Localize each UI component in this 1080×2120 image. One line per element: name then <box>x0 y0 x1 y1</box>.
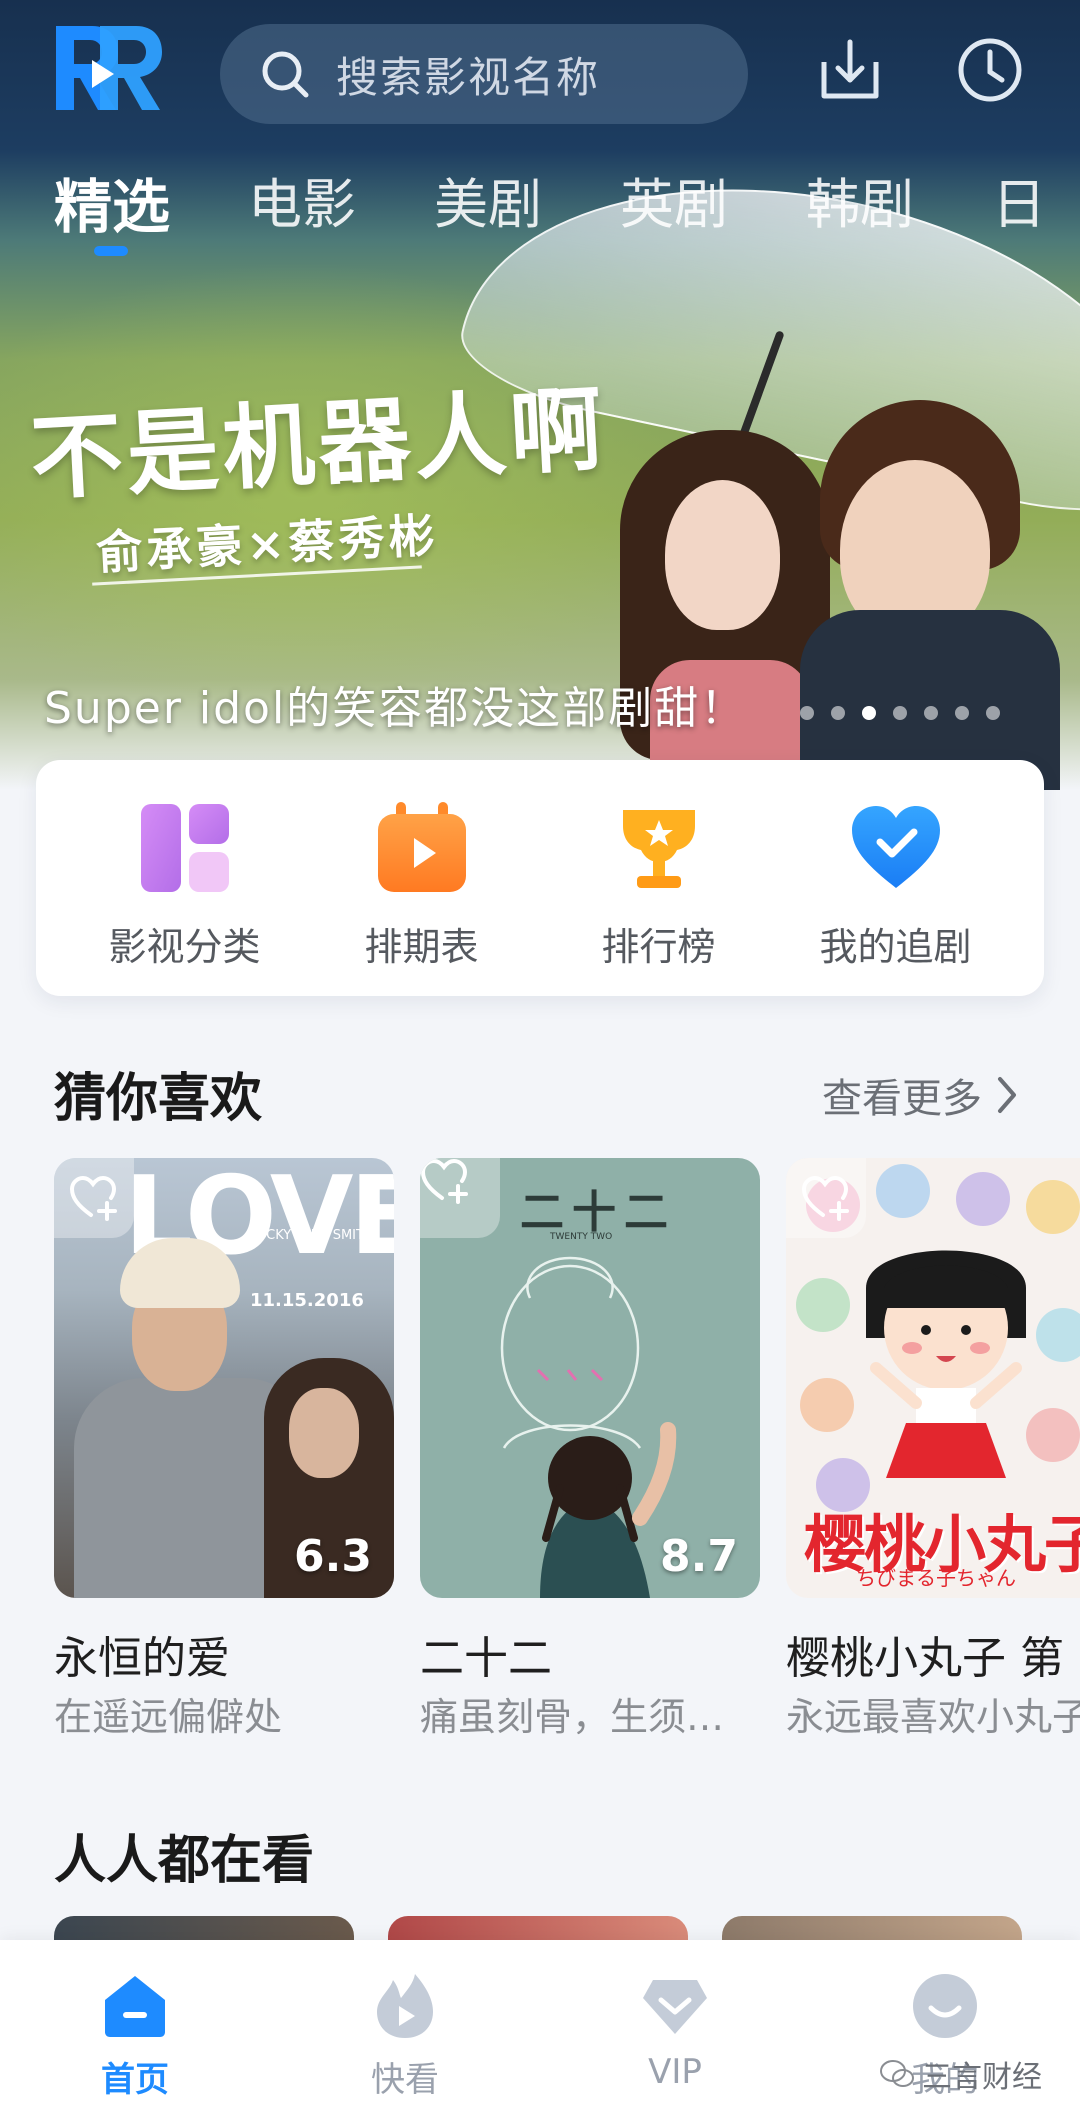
section-title-recommend: 猜你喜欢 <box>54 1069 263 1129</box>
heart-check-icon <box>851 806 940 888</box>
vip-diamond-icon <box>643 1980 707 2034</box>
see-more-link[interactable]: 查看更多 <box>822 1066 1020 1124</box>
poster-credit: TWENTY TWO <box>550 1232 613 1242</box>
carousel-dot[interactable] <box>831 706 845 720</box>
see-more-label: 查看更多 <box>822 1076 982 1122</box>
poster-date: 11.15.2016 <box>250 1290 364 1311</box>
quick-action-label: 我的追剧 <box>819 925 972 969</box>
movie-subtitle: 痛虽刻骨，生须… <box>420 1695 725 1739</box>
banner-actor-art <box>800 400 1060 790</box>
home-icon <box>105 1976 165 2037</box>
carousel-dot[interactable] <box>924 706 938 720</box>
hero-banner[interactable]: RR 搜索影视名称 精选 电影 美剧 英剧 韩剧 日 不是机器人啊 俞承豪×蔡秀… <box>0 0 1080 790</box>
tab-us-drama[interactable]: 美剧 <box>434 160 542 250</box>
banner-caption: Super idol的笑容都没这部剧甜！ <box>44 683 747 734</box>
poster-credit: LUCKY BLUE SMITH <box>250 1228 374 1243</box>
carousel-dot[interactable] <box>862 706 876 720</box>
rating-score: 8.7 <box>660 1531 738 1582</box>
search-icon <box>262 51 309 98</box>
nav-home[interactable]: 首页 <box>0 1940 270 2120</box>
search-placeholder: 搜索影视名称 <box>336 52 601 102</box>
flame-play-icon <box>377 1974 433 2038</box>
tab-movies[interactable]: 电影 <box>248 160 356 250</box>
history-clock-icon[interactable] <box>954 34 1026 106</box>
quick-actions-card: 影视分类 排期表 排行榜 我的追剧 <box>36 760 1044 996</box>
carousel-dot[interactable] <box>986 706 1000 720</box>
active-tab-indicator <box>94 246 128 256</box>
category-grid-icon <box>140 804 229 892</box>
favorite-add-button[interactable] <box>54 1158 134 1238</box>
section-title-popular: 人人都在看 <box>54 1831 315 1891</box>
quick-action-my-shows[interactable]: 我的追剧 <box>786 760 1006 996</box>
rating-score: 6.3 <box>294 1531 372 1582</box>
carousel-dot[interactable] <box>893 706 907 720</box>
favorite-add-button[interactable] <box>420 1158 500 1238</box>
tab-korean-drama[interactable]: 韩剧 <box>806 160 914 250</box>
movie-title[interactable]: 樱桃小丸子 第 <box>786 1622 1064 1686</box>
movie-poster[interactable]: LOVE LUCKY BLUE SMITH 11.15.2016 6.3 <box>54 1158 394 1598</box>
movie-poster[interactable]: 樱桃小丸子 ちびまる子ちゃん <box>786 1158 1080 1598</box>
wechat-logo-icon <box>880 2060 914 2087</box>
quick-action-ranking[interactable]: 排行榜 <box>549 760 769 996</box>
tab-featured[interactable]: 精选 <box>54 160 170 250</box>
tab-japanese-drama[interactable]: 日 <box>992 160 1046 250</box>
quick-action-categories[interactable]: 影视分类 <box>75 760 295 996</box>
heart-plus-icon <box>801 1175 849 1221</box>
poster-character-art <box>866 1250 1026 1478</box>
quick-action-schedule[interactable]: 排期表 <box>312 760 532 996</box>
chevron-right-icon <box>998 1077 1016 1113</box>
heart-plus-icon <box>420 1158 468 1204</box>
poster-credit: ちびまる子ちゃん <box>856 1566 1016 1590</box>
movie-subtitle: 永远最喜欢小丸子 <box>786 1695 1080 1739</box>
movie-title[interactable]: 二十二 <box>420 1622 552 1686</box>
profile-smile-icon <box>913 1974 977 2038</box>
favorite-add-button[interactable] <box>786 1158 866 1238</box>
category-tabs: 精选 电影 美剧 英剧 韩剧 日 <box>54 160 1080 250</box>
download-icon[interactable] <box>814 34 886 106</box>
app-logo-icon[interactable] <box>52 20 164 116</box>
source-watermark: 三言财经 <box>880 2052 1042 2096</box>
nav-label: 首页 <box>101 2060 169 2100</box>
movie-subtitle: 在遥远偏僻处 <box>54 1695 283 1739</box>
poster-title-art: 二十二 <box>520 1187 676 1238</box>
heart-plus-icon <box>69 1175 117 1221</box>
banner-actress-art <box>620 430 830 790</box>
nav-label: 快看 <box>371 2060 439 2100</box>
calendar-play-icon <box>377 802 466 892</box>
carousel-indicator[interactable] <box>800 706 1000 720</box>
quick-action-label: 排期表 <box>364 925 479 969</box>
nav-label: VIP <box>648 2052 702 2092</box>
nav-vip[interactable]: VIP <box>540 1940 810 2120</box>
movie-title[interactable]: 永恒的爱 <box>54 1622 230 1686</box>
tab-uk-drama[interactable]: 英剧 <box>620 160 728 250</box>
carousel-dot[interactable] <box>955 706 969 720</box>
quick-action-label: 排行榜 <box>601 925 716 969</box>
trophy-icon <box>622 810 695 888</box>
nav-quick-watch[interactable]: 快看 <box>270 1940 540 2120</box>
search-bar[interactable]: 搜索影视名称 <box>220 24 748 124</box>
quick-action-label: 影视分类 <box>108 925 261 969</box>
watermark-text: 三言财经 <box>922 2060 1042 2095</box>
movie-poster[interactable]: 二十二 TWENTY TWO 8.7 <box>420 1158 760 1598</box>
carousel-dot[interactable] <box>800 706 814 720</box>
